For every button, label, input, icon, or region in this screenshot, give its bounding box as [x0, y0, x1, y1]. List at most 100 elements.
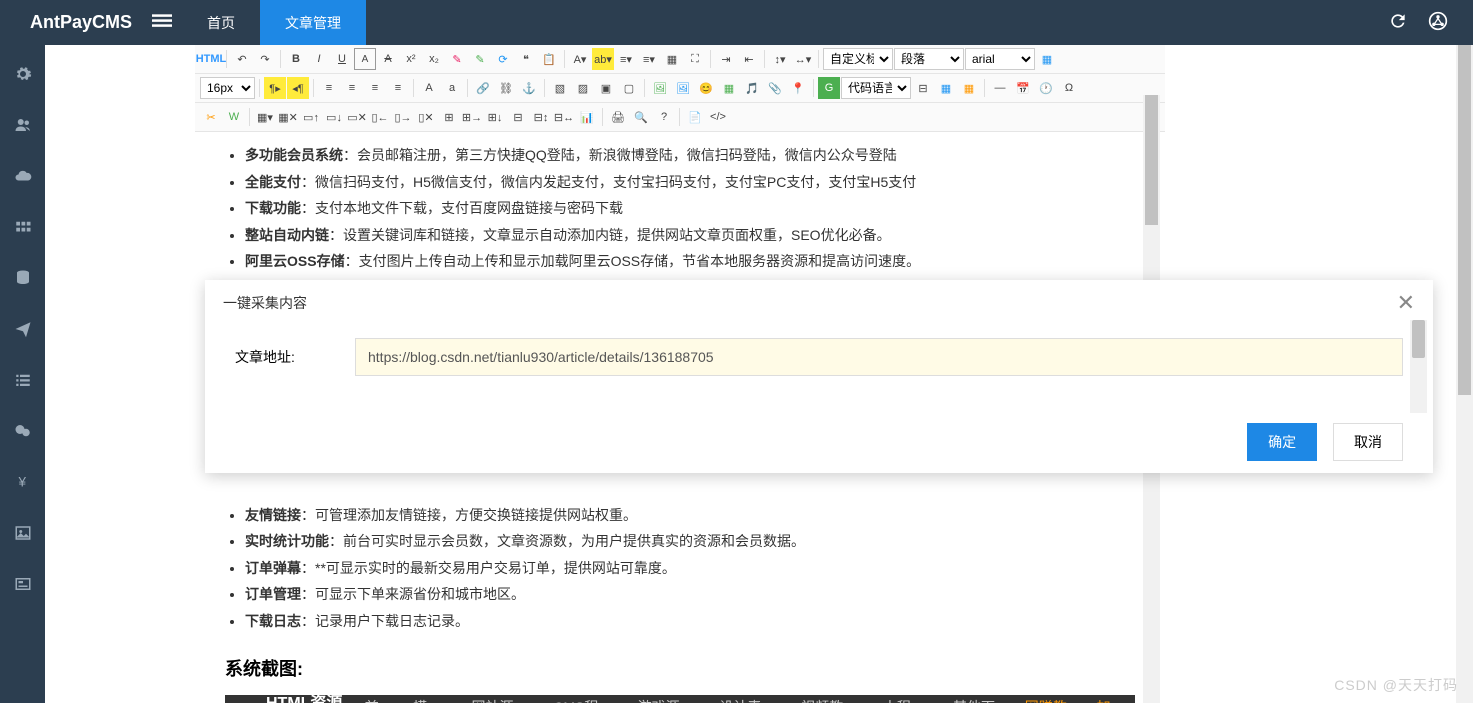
- redo-icon[interactable]: ↷: [254, 48, 276, 70]
- sidebar-database-icon[interactable]: [14, 269, 32, 290]
- align-left-icon[interactable]: ≡: [318, 77, 340, 99]
- refresh-icon[interactable]: [1388, 11, 1408, 34]
- sidebar-list-icon[interactable]: [14, 371, 32, 392]
- banner-nav-item[interactable]: CMS程序▼: [553, 697, 612, 703]
- align-justify-icon[interactable]: ≡: [387, 77, 409, 99]
- sidebar-card-icon[interactable]: [14, 575, 32, 596]
- article-url-input[interactable]: [355, 338, 1403, 376]
- banner-nav-item[interactable]: 网赚教程: [1025, 697, 1072, 703]
- col-before-icon[interactable]: ▯←: [369, 106, 391, 128]
- banner-nav-item[interactable]: 模板▼: [413, 697, 446, 703]
- uppercase-icon[interactable]: A: [418, 77, 440, 99]
- gmap-icon[interactable]: G: [818, 77, 840, 99]
- font-size-select[interactable]: 16px: [200, 77, 255, 99]
- close-icon[interactable]: ✕: [1397, 290, 1415, 316]
- code-lang-select[interactable]: 代码语言: [841, 77, 911, 99]
- help-icon[interactable]: ?: [653, 106, 675, 128]
- paragraph-select[interactable]: 段落: [894, 48, 964, 70]
- sidebar-cloud-icon[interactable]: [14, 167, 32, 188]
- banner-nav-item[interactable]: 视频教程▼: [801, 697, 858, 703]
- banner-nav-item[interactable]: 加盟: [1097, 697, 1120, 703]
- bg-color-icon[interactable]: ab▾: [592, 48, 614, 70]
- sidebar-wechat-icon[interactable]: [14, 422, 32, 443]
- banner-nav-item[interactable]: 游戏源码▼: [638, 697, 695, 703]
- sidebar-gears-icon[interactable]: [14, 65, 32, 86]
- attachment-icon[interactable]: 📎: [764, 77, 786, 99]
- img-none-icon[interactable]: ▢: [618, 77, 640, 99]
- superscript-icon[interactable]: x²: [400, 48, 422, 70]
- font-border-icon[interactable]: A: [354, 48, 376, 70]
- tab-article-mgmt[interactable]: 文章管理: [260, 0, 366, 45]
- row-delete-icon[interactable]: ▭✕: [346, 106, 368, 128]
- lowercase-icon[interactable]: a: [441, 77, 463, 99]
- table-delete-icon[interactable]: ▦✕: [277, 106, 299, 128]
- merge-cells-icon[interactable]: ⊞: [438, 106, 460, 128]
- link-icon[interactable]: 🔗: [472, 77, 494, 99]
- search-replace-icon[interactable]: 🔍: [630, 106, 652, 128]
- banner-nav-item[interactable]: 网站源码▼: [471, 697, 528, 703]
- row-before-icon[interactable]: ▭↑: [300, 106, 322, 128]
- align-right-icon[interactable]: ≡: [364, 77, 386, 99]
- time-icon[interactable]: 🕐: [1035, 77, 1057, 99]
- split-rows-icon[interactable]: ⊟↕: [530, 106, 552, 128]
- row-after-icon[interactable]: ▭↓: [323, 106, 345, 128]
- letter-spacing-icon[interactable]: ↔▾: [792, 48, 814, 70]
- main-scrollbar[interactable]: [1456, 45, 1473, 703]
- anchor-icon[interactable]: ⚓: [518, 77, 540, 99]
- undo-icon[interactable]: ↶: [231, 48, 253, 70]
- scrawl-icon[interactable]: ▦: [718, 77, 740, 99]
- modal-scrollbar[interactable]: [1410, 320, 1427, 413]
- underline-icon[interactable]: U: [331, 48, 353, 70]
- col-after-icon[interactable]: ▯→: [392, 106, 414, 128]
- code-icon[interactable]: </>: [707, 106, 729, 128]
- indent-icon[interactable]: ⇥: [715, 48, 737, 70]
- sidebar-image-icon[interactable]: [14, 524, 32, 545]
- img-left-icon[interactable]: ▧: [549, 77, 571, 99]
- outdent-icon[interactable]: ⇤: [738, 48, 760, 70]
- confirm-button[interactable]: 确定: [1247, 423, 1317, 461]
- select-all-icon[interactable]: ▦: [661, 48, 683, 70]
- special-char-icon[interactable]: Ω: [1058, 77, 1080, 99]
- line-height-icon[interactable]: ↕▾: [769, 48, 791, 70]
- hr-icon[interactable]: —: [989, 77, 1011, 99]
- map-icon[interactable]: 📍: [787, 77, 809, 99]
- insert-image-icon[interactable]: 🖼: [649, 77, 671, 99]
- multi-image-icon[interactable]: 🖼: [672, 77, 694, 99]
- sidebar-users-icon[interactable]: [14, 116, 32, 137]
- html-source-btn[interactable]: HTML: [200, 48, 222, 70]
- clear-format-icon[interactable]: ✎: [446, 48, 468, 70]
- merge-down-icon[interactable]: ⊞↓: [484, 106, 506, 128]
- banner-nav-item[interactable]: 小程序▼: [883, 697, 928, 703]
- quote-icon[interactable]: ❝: [515, 48, 537, 70]
- img-center-icon[interactable]: ▣: [595, 77, 617, 99]
- strikethrough-icon[interactable]: A: [377, 48, 399, 70]
- video-icon[interactable]: 🎵: [741, 77, 763, 99]
- banner-nav-item[interactable]: 设计素材▼: [719, 697, 776, 703]
- print-icon[interactable]: 🖨: [607, 106, 629, 128]
- draft-icon[interactable]: 📄: [684, 106, 706, 128]
- italic-icon[interactable]: I: [308, 48, 330, 70]
- banner-nav-item[interactable]: 首页: [365, 697, 388, 703]
- sidebar-grid-icon[interactable]: [14, 218, 32, 239]
- share-icon[interactable]: [1428, 11, 1448, 34]
- autoformat-icon[interactable]: ⟳: [492, 48, 514, 70]
- ordered-list-icon[interactable]: ≡▾: [638, 48, 660, 70]
- merge-right-icon[interactable]: ⊞→: [461, 106, 483, 128]
- split-cells-icon[interactable]: ⊟: [507, 106, 529, 128]
- table-icon[interactable]: ▦▾: [254, 106, 276, 128]
- menu-toggle-icon[interactable]: [152, 11, 172, 34]
- paste-plain-icon[interactable]: 📋: [538, 48, 560, 70]
- img-right-icon[interactable]: ▨: [572, 77, 594, 99]
- template-icon[interactable]: ▦: [935, 77, 957, 99]
- emoji-icon[interactable]: 😊: [695, 77, 717, 99]
- format-brush-icon[interactable]: ✎: [469, 48, 491, 70]
- bold-icon[interactable]: B: [285, 48, 307, 70]
- date-icon[interactable]: 📅: [1012, 77, 1034, 99]
- direction-rtl-icon[interactable]: ◂¶: [287, 77, 309, 99]
- wordimage-icon[interactable]: W: [223, 106, 245, 128]
- sidebar-yen-icon[interactable]: ¥: [14, 473, 32, 494]
- font-family-select[interactable]: arial: [965, 48, 1035, 70]
- direction-ltr-icon[interactable]: ¶▸: [264, 77, 286, 99]
- split-cols-icon[interactable]: ⊟↔: [553, 106, 575, 128]
- col-delete-icon[interactable]: ▯✕: [415, 106, 437, 128]
